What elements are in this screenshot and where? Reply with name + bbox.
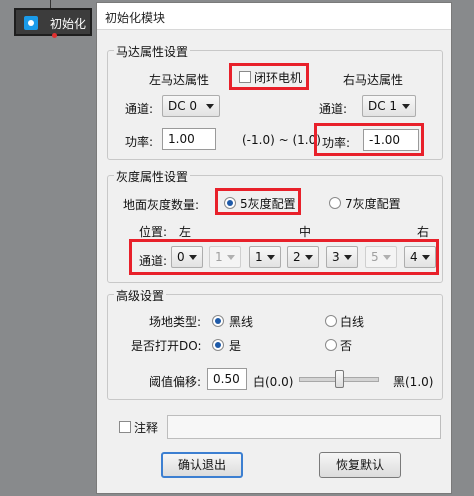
gray-7-label: 7灰度配置 — [345, 197, 401, 211]
comment-checkbox[interactable] — [119, 421, 131, 433]
left-power-value: 1.00 — [168, 132, 195, 146]
right-motor-title: 右马达属性 — [343, 73, 404, 87]
do-yes-label: 是 — [229, 339, 242, 353]
do-no-label: 否 — [340, 339, 353, 353]
threshold-slider[interactable] — [299, 369, 379, 389]
black-line-radio[interactable] — [212, 315, 224, 327]
confirm-exit-button[interactable]: 确认退出 — [161, 452, 243, 478]
chevron-down-icon — [402, 104, 410, 109]
init-dialog: 初始化模块 马达属性设置 左马达属性 闭环电机 右马达属性 通道: DC 0 通… — [96, 2, 452, 494]
gray-5-highlight — [215, 188, 301, 215]
right-power-highlight — [314, 123, 424, 156]
threshold-value: 0.50 — [213, 372, 240, 386]
white-line-radio[interactable] — [325, 315, 337, 327]
right-channel-value: DC 1 — [368, 99, 398, 113]
black-line-label: 黑线 — [229, 315, 254, 329]
init-node[interactable]: 初始化 — [14, 8, 92, 38]
left-motor-title: 左马达属性 — [149, 73, 210, 87]
node-output-port[interactable] — [52, 33, 57, 38]
left-channel-label: 通道: — [125, 102, 154, 116]
right-channel-label: 通道: — [319, 102, 348, 116]
closed-loop-highlight — [229, 63, 309, 90]
advanced-group-title: 高级设置 — [114, 287, 167, 304]
field-type-label: 场地类型: — [149, 315, 202, 329]
node-label: 初始化 — [50, 17, 87, 31]
connection-wire — [50, 0, 51, 8]
slider-thumb[interactable] — [335, 370, 344, 388]
position-label: 位置: — [139, 225, 168, 239]
node-type-icon — [24, 16, 38, 30]
dialog-titlebar[interactable]: 初始化模块 — [97, 3, 451, 30]
dialog-title: 初始化模块 — [105, 11, 166, 25]
gray-count-label: 地面灰度数量: — [123, 198, 200, 212]
threshold-input[interactable]: 0.50 — [207, 368, 247, 390]
slider-max-label: 黑(1.0) — [393, 375, 434, 389]
gray-group-title: 灰度属性设置 — [114, 168, 191, 185]
comment-label: 注释 — [134, 421, 159, 435]
gray-7-radio[interactable] — [329, 197, 341, 209]
do-label: 是否打开DO: — [131, 339, 202, 353]
chevron-down-icon — [206, 104, 214, 109]
right-channel-select[interactable]: DC 1 — [362, 95, 416, 117]
left-power-label: 功率: — [125, 135, 154, 149]
left-power-input[interactable]: 1.00 — [162, 128, 216, 150]
comment-input[interactable] — [167, 415, 441, 439]
threshold-label: 阈值偏移: — [149, 375, 202, 389]
do-yes-radio[interactable] — [212, 339, 224, 351]
position-middle: 中 — [299, 225, 312, 239]
do-no-radio[interactable] — [325, 339, 337, 351]
left-channel-select[interactable]: DC 0 — [162, 95, 220, 117]
white-line-label: 白线 — [340, 315, 365, 329]
power-range-text: (-1.0) ~ (1.0) — [242, 133, 321, 147]
gray-channel-highlight — [129, 239, 439, 275]
motor-group-title: 马达属性设置 — [114, 43, 191, 60]
position-right: 右 — [417, 225, 430, 239]
restore-default-button[interactable]: 恢复默认 — [319, 452, 401, 478]
slider-min-label: 白(0.0) — [253, 375, 294, 389]
left-channel-value: DC 0 — [168, 99, 198, 113]
position-left: 左 — [179, 225, 192, 239]
